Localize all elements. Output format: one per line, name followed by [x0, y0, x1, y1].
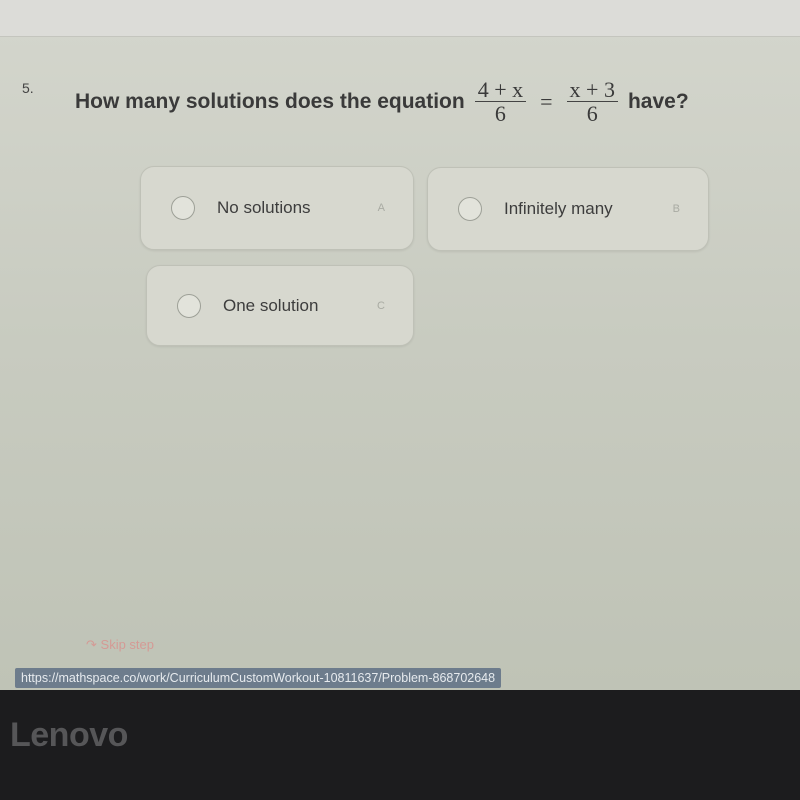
skip-arrow-icon: ↷ — [86, 637, 97, 652]
lhs-fraction: 4 + x 6 — [474, 78, 527, 127]
skip-step-link[interactable]: ↷ Skip step — [86, 637, 154, 653]
radio-icon[interactable] — [171, 196, 195, 220]
question-number: 5. — [22, 80, 34, 96]
rhs-fraction: x + 3 6 — [566, 78, 618, 127]
option-a[interactable]: No solutions A — [140, 166, 414, 250]
rhs-numerator: x + 3 — [566, 78, 618, 103]
option-b[interactable]: Infinitely many B — [427, 167, 709, 251]
lhs-numerator: 4 + x — [474, 78, 527, 103]
lhs-denominator: 6 — [494, 101, 506, 127]
equals-sign: = — [540, 88, 553, 114]
question-text: How many solutions does the equation 4 +… — [75, 78, 689, 125]
option-label: Infinitely many — [504, 199, 613, 218]
option-label: One solution — [223, 295, 319, 315]
option-label: No solutions — [217, 198, 311, 217]
question-prefix: How many solutions does the equation — [75, 89, 465, 113]
radio-icon[interactable] — [177, 293, 201, 318]
rhs-denominator: 6 — [586, 101, 598, 127]
top-bar — [0, 0, 800, 37]
question-suffix: have? — [627, 89, 689, 113]
lenovo-logo: Lenovo — [10, 716, 128, 754]
skip-step-label: Skip step — [100, 637, 155, 652]
option-c[interactable]: One solution C — [146, 265, 414, 346]
radio-icon[interactable] — [458, 197, 482, 221]
option-letter: C — [377, 299, 385, 312]
option-letter: B — [672, 203, 680, 215]
screen: 5. How many solutions does the equation … — [0, 0, 800, 690]
option-letter: A — [377, 202, 385, 214]
status-url: https://mathspace.co/work/CurriculumCust… — [15, 668, 502, 688]
